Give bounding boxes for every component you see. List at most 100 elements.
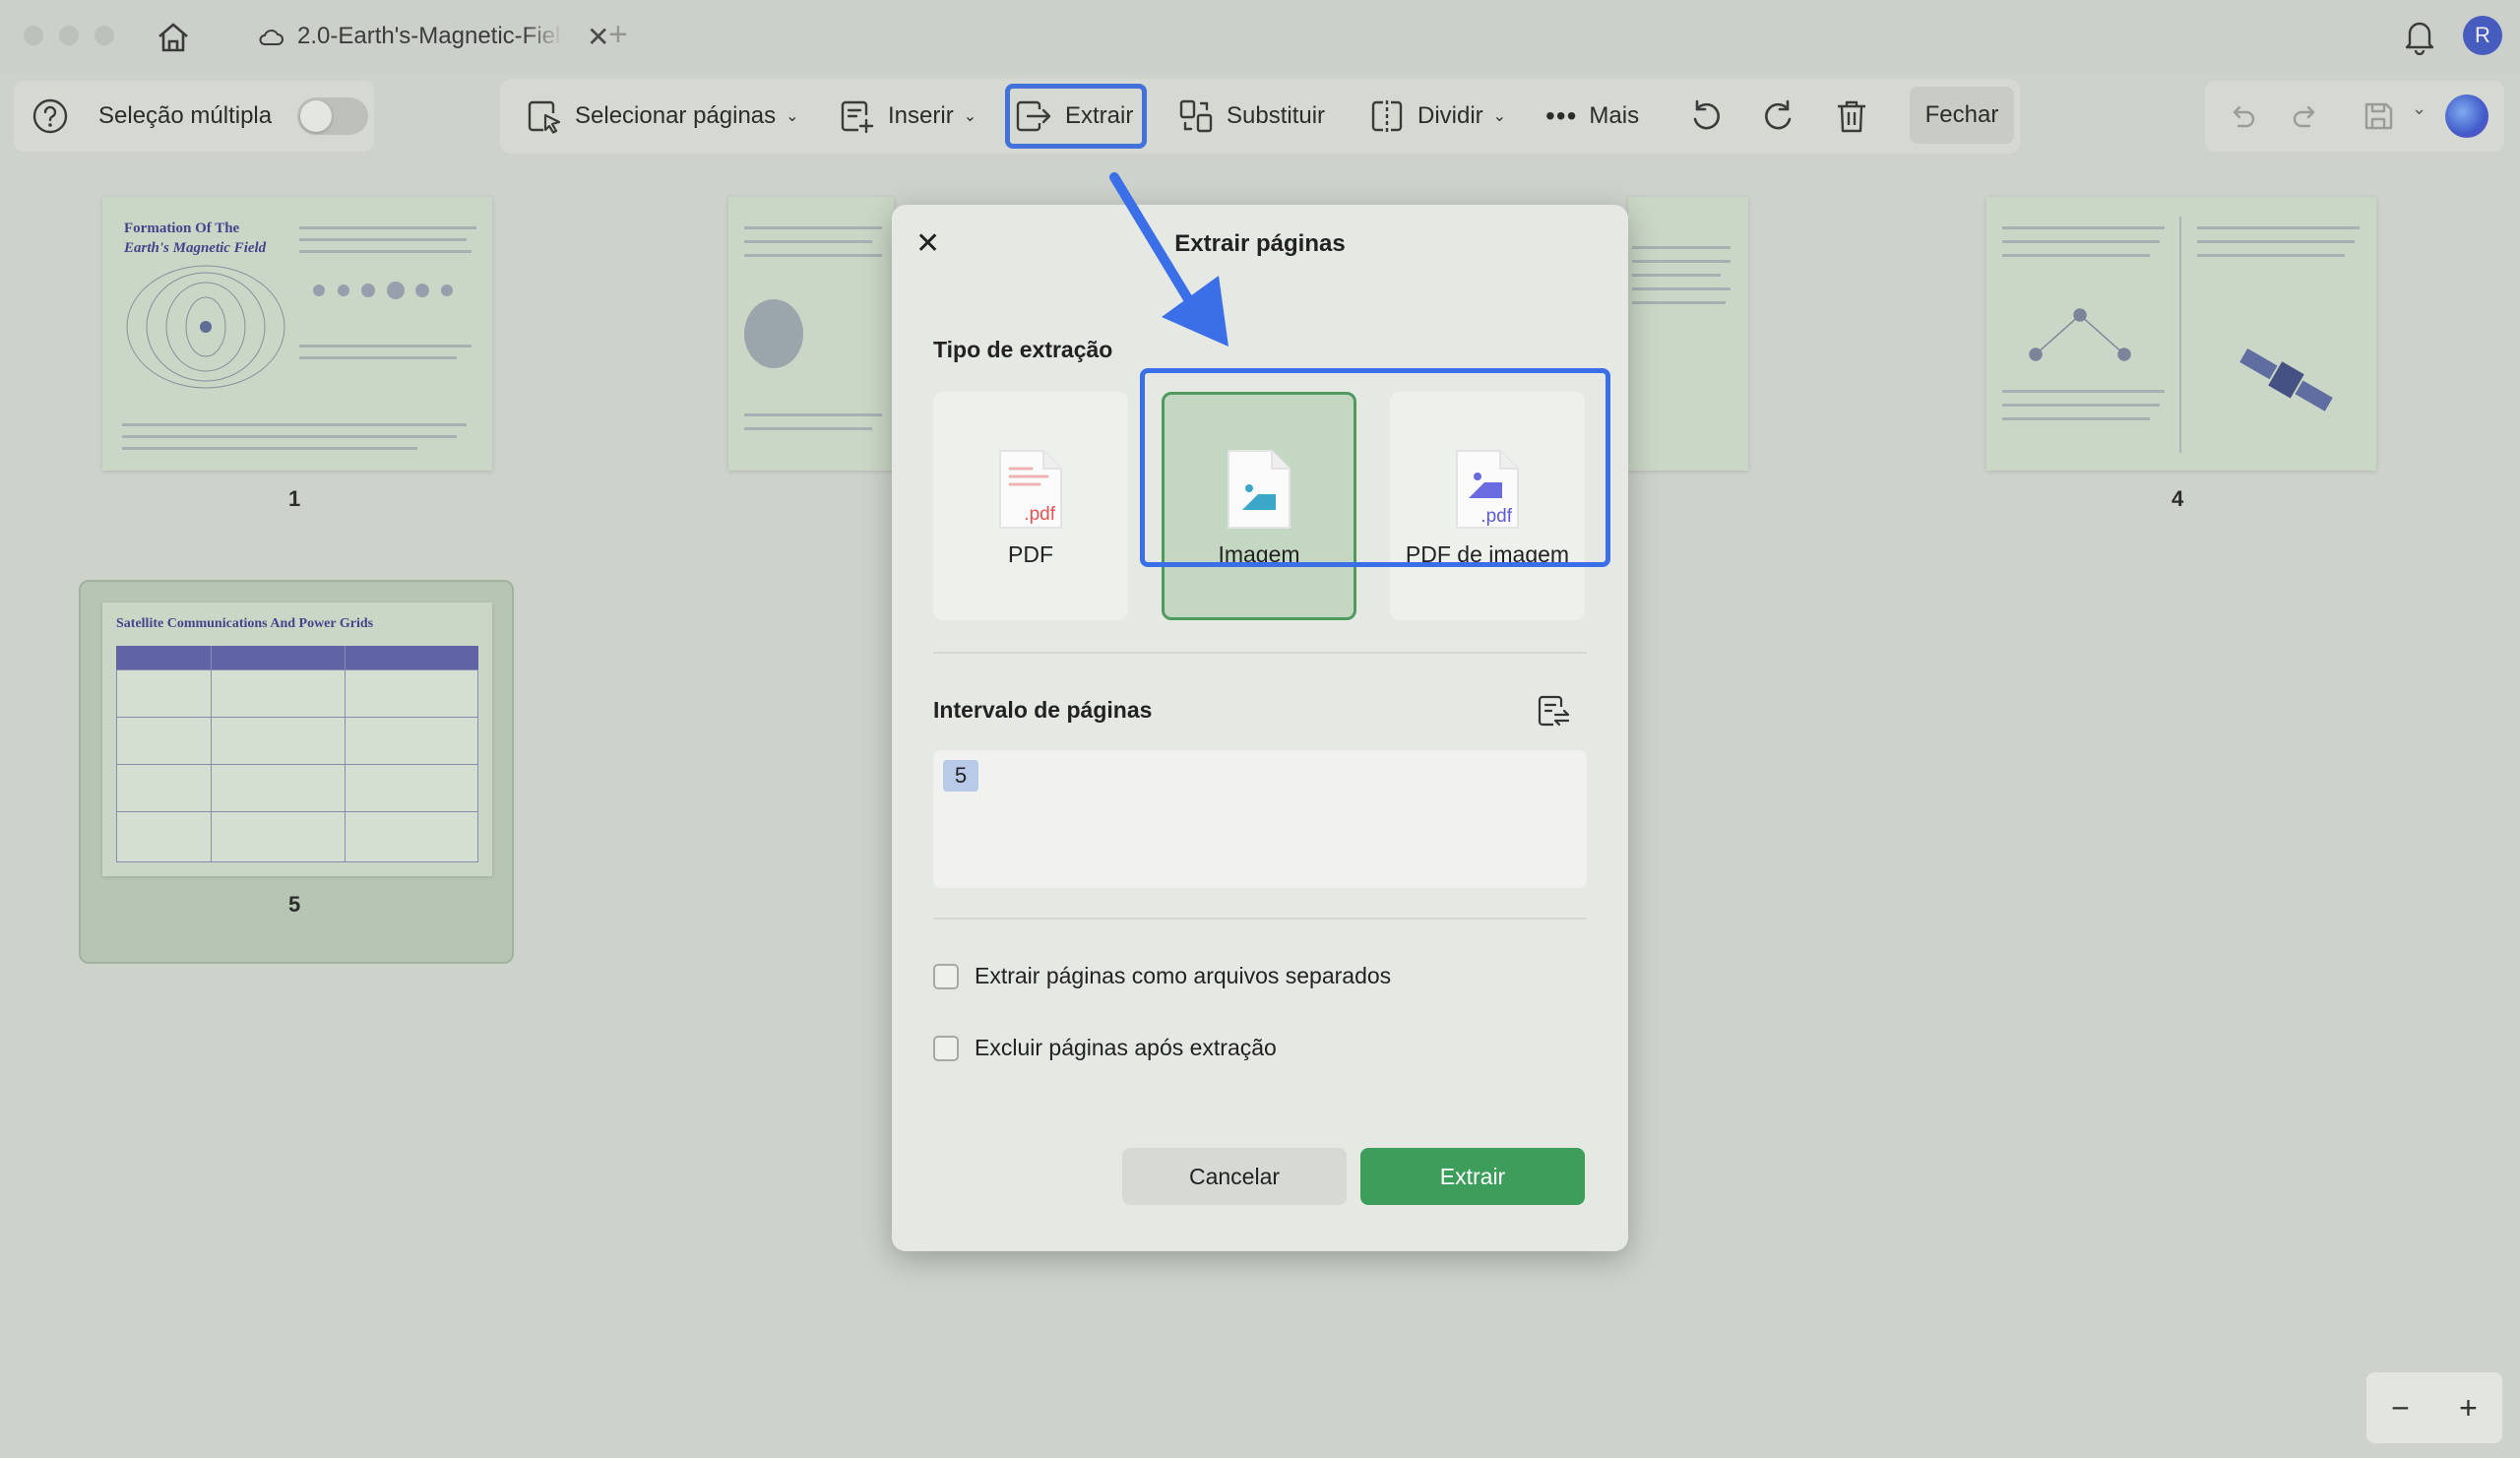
select-pages-icon: [528, 100, 561, 134]
extract-type-highlight: [1140, 368, 1610, 567]
extract-type-pdf-label: PDF: [1008, 541, 1053, 567]
text-line: [299, 238, 467, 241]
table-row-line: [116, 764, 478, 765]
planets-illustration: [313, 282, 453, 299]
redo-icon[interactable]: [2290, 100, 2321, 132]
page-range-input[interactable]: 5: [933, 750, 1587, 888]
replace-button[interactable]: Substituir: [1177, 79, 1325, 154]
zoom-out-icon[interactable]: −: [2391, 1390, 2410, 1426]
section-divider: [933, 652, 1587, 654]
page-thumbnail-1[interactable]: Formation Of The Earth's Magnetic Field: [102, 197, 492, 471]
chevron-down-icon[interactable]: ⌄: [2412, 98, 2426, 119]
split-button[interactable]: Dividir ⌄: [1368, 79, 1506, 154]
split-label: Dividir: [1418, 102, 1483, 129]
table-row-line: [116, 811, 478, 812]
more-dots-icon: •••: [1545, 100, 1578, 131]
multi-select-group: Seleção múltipla: [14, 81, 374, 152]
trash-icon: [1838, 100, 1865, 133]
help-icon[interactable]: [32, 97, 69, 135]
delete-after-option[interactable]: Excluir páginas após extração: [933, 1035, 1277, 1061]
window-close-dot[interactable]: [24, 26, 43, 45]
text-line: [122, 435, 457, 438]
tab-title: 2.0-Earth's-Magnetic-Field: [297, 23, 563, 49]
pdf-ext-text: .pdf: [1024, 504, 1055, 525]
undo-icon[interactable]: [2227, 100, 2258, 132]
ai-assistant-icon[interactable]: [2445, 95, 2488, 138]
text-line: [744, 427, 872, 430]
text-line: [299, 356, 457, 359]
page-thumbnail-3[interactable]: [1628, 197, 1748, 471]
text-line: [1632, 260, 1731, 263]
text-line: [744, 226, 882, 229]
page-thumbnail-2[interactable]: [728, 197, 894, 471]
cancel-button[interactable]: Cancelar: [1122, 1148, 1347, 1205]
extract-pages-dialog: ✕ Extrair páginas Tipo de extração .pdf …: [892, 205, 1628, 1251]
text-line: [744, 413, 882, 416]
multi-select-toggle[interactable]: [297, 97, 369, 135]
window-minimize-dot[interactable]: [59, 26, 79, 45]
extract-confirm-button[interactable]: Extrair: [1360, 1148, 1585, 1205]
cloud-icon: [259, 30, 284, 45]
rotate-right-button[interactable]: [1760, 79, 1797, 154]
toggle-knob: [300, 100, 333, 132]
delete-after-checkbox[interactable]: [933, 1035, 959, 1061]
section-divider: [933, 918, 1587, 919]
page-1-subtitle: Earth's Magnetic Field: [124, 240, 267, 256]
text-line: [2197, 226, 2360, 229]
replace-icon: [1179, 99, 1213, 133]
window-zoom-dot[interactable]: [94, 26, 114, 45]
text-line: [2002, 417, 2150, 420]
text-line: [2002, 390, 2165, 393]
table-row-line: [116, 717, 478, 718]
text-line: [2002, 240, 2160, 243]
separate-files-checkbox[interactable]: [933, 963, 959, 989]
bell-icon[interactable]: [2402, 18, 2437, 55]
document-tab[interactable]: 2.0-Earth's-Magnetic-Field ✕: [258, 14, 609, 59]
column-divider: [2179, 217, 2181, 453]
chevron-down-icon: ⌄: [963, 108, 977, 125]
extract-button-highlight: [1005, 84, 1147, 149]
chevron-down-icon: ⌄: [786, 108, 799, 125]
magnetic-field-illustration: [126, 265, 285, 389]
rotate-left-icon: [1693, 99, 1720, 130]
split-icon: [1371, 100, 1403, 132]
zoom-in-icon[interactable]: +: [2459, 1390, 2478, 1426]
text-line: [122, 423, 467, 426]
page-thumbnail-5[interactable]: Satellite Communications And Power Grids: [102, 602, 492, 876]
table-column-line: [345, 646, 346, 862]
select-pages-button[interactable]: Selecionar páginas ⌄: [526, 79, 799, 154]
title-bar: 2.0-Earth's-Magnetic-Field ✕ + R: [0, 0, 2520, 73]
network-diagram: [2029, 308, 2131, 361]
delete-after-label: Excluir páginas após extração: [975, 1035, 1277, 1060]
rotate-right-icon: [1765, 99, 1792, 130]
insert-label: Inserir: [888, 102, 954, 129]
more-button[interactable]: ••• Mais: [1545, 79, 1639, 154]
text-line: [2197, 254, 2345, 257]
extraction-type-label: Tipo de extração: [933, 337, 1113, 362]
avatar[interactable]: R: [2463, 16, 2502, 55]
new-tab-plus-icon[interactable]: +: [608, 16, 628, 54]
tab-close-icon[interactable]: ✕: [587, 21, 609, 53]
extract-type-pdf[interactable]: .pdf PDF: [933, 392, 1128, 620]
page-1-title: Formation Of The: [124, 221, 240, 236]
dialog-title: Extrair páginas: [1174, 230, 1346, 257]
close-button[interactable]: Fechar: [1910, 87, 2014, 144]
more-label: Mais: [1589, 102, 1640, 129]
home-icon[interactable]: [154, 18, 193, 57]
save-icon[interactable]: [2361, 98, 2396, 134]
delete-button[interactable]: [1833, 79, 1870, 154]
rotate-left-button[interactable]: [1687, 79, 1725, 154]
page-toolbar: Selecionar páginas ⌄ Inserir ⌄ Extrair S…: [500, 79, 2020, 154]
pdf-file-icon: .pdf: [999, 450, 1062, 529]
insert-button[interactable]: Inserir ⌄: [839, 79, 976, 154]
history-group: ⌄: [2205, 81, 2504, 152]
separate-files-option[interactable]: Extrair páginas como arquivos separados: [933, 963, 1391, 989]
text-line: [299, 226, 476, 229]
earth-illustration: [744, 299, 803, 368]
page-5-title: Satellite Communications And Power Grids: [116, 616, 374, 631]
text-line: [1632, 274, 1721, 277]
multi-select-label: Seleção múltipla: [98, 102, 273, 129]
page-thumbnail-4[interactable]: [1986, 197, 2376, 471]
insert-icon: [841, 100, 874, 134]
page-range-swap-icon[interactable]: [1536, 693, 1571, 729]
